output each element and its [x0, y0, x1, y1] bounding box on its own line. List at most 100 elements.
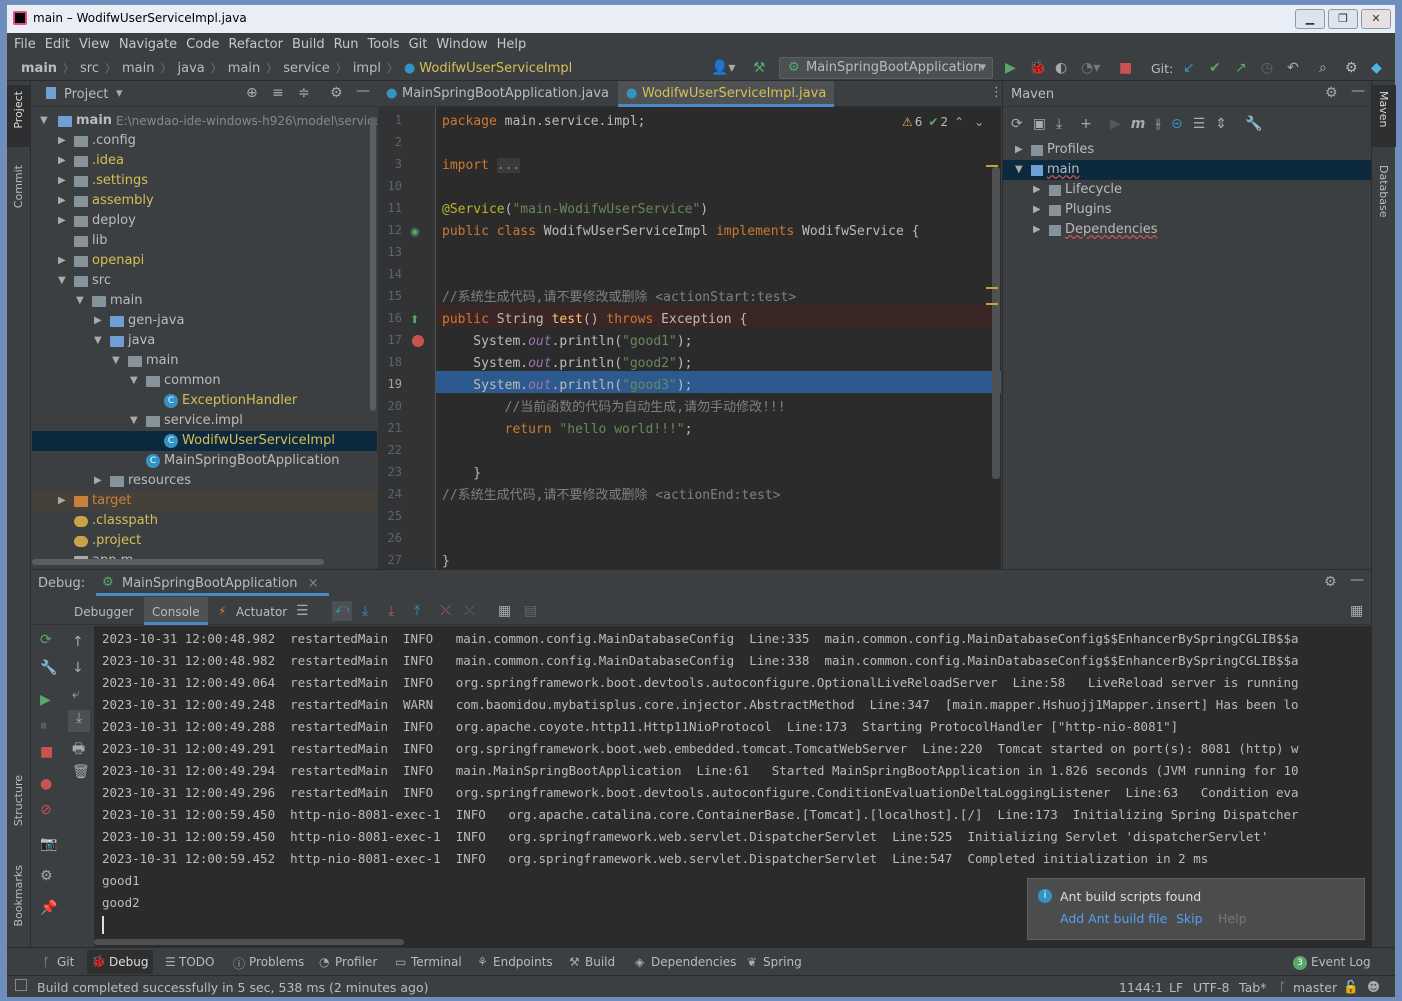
collapse-all-icon[interactable]: ≑ — [298, 85, 310, 101]
menu-code[interactable]: Code — [186, 37, 219, 52]
caret-position[interactable]: 1144:1 — [1119, 980, 1163, 995]
vertical-scrollbar[interactable] — [370, 117, 376, 411]
gear-icon[interactable]: ⚙ — [1325, 85, 1338, 101]
tree-item-target[interactable]: ▶ target — [32, 491, 377, 511]
breadcrumb-item[interactable]: src — [80, 61, 99, 76]
search-icon[interactable]: ⌕ — [1319, 60, 1327, 76]
menu-help[interactable]: Help — [497, 37, 527, 52]
drop-frame-icon[interactable]: ⤬ — [440, 603, 451, 619]
maven-item-profiles[interactable]: ▶ Profiles — [1003, 140, 1371, 160]
menu-run[interactable]: Run — [334, 37, 359, 52]
plugin-icon[interactable]: ◆ — [1371, 60, 1382, 76]
tree-item-src[interactable]: ▼ src — [32, 271, 377, 291]
print-icon[interactable]: 🖶 — [72, 738, 85, 762]
chevron-down-icon[interactable]: ▾ — [116, 86, 123, 101]
next-highlight-icon[interactable]: ⌄ — [974, 115, 984, 129]
tree-item-common[interactable]: ▼ common — [32, 371, 377, 391]
rerun-icon[interactable]: ⟳ — [40, 632, 52, 648]
file-encoding[interactable]: UTF-8 — [1193, 980, 1229, 995]
warning-stripe-marker[interactable] — [986, 303, 998, 305]
step-over-icon[interactable]: ⤓ — [362, 603, 368, 619]
run-to-cursor-icon[interactable]: ⤬ — [464, 603, 475, 619]
trash-icon[interactable]: 🗑 — [72, 764, 90, 780]
tool-tab-endpoints[interactable]: Endpoints — [493, 955, 553, 969]
menu-window[interactable]: Window — [436, 37, 487, 52]
gear-icon[interactable]: ⚙ — [330, 85, 343, 101]
tab-debugger[interactable]: Debugger — [74, 605, 133, 619]
settings-icon[interactable]: ⚙ — [40, 868, 53, 884]
expand-all-icon[interactable]: ≡ — [272, 85, 284, 101]
debug-icon[interactable]: 🐞 — [1029, 60, 1046, 76]
run-icon[interactable]: ▶ — [1005, 60, 1016, 76]
reload-icon[interactable]: ⟳ — [1011, 116, 1023, 132]
run-icon[interactable]: ▶ — [1110, 116, 1121, 132]
commit-tool-tab[interactable]: Commit — [12, 165, 25, 208]
project-tool-tab[interactable]: Project — [7, 85, 31, 147]
trace-icon[interactable]: ▤ — [524, 603, 537, 619]
soft-wrap-icon[interactable]: ⤶ — [72, 686, 80, 702]
line-separator[interactable]: LF — [1169, 980, 1183, 995]
close-button[interactable]: ✕ — [1361, 9, 1391, 29]
tree-item-exceptionhandler[interactable]: C ExceptionHandler — [32, 391, 377, 411]
pause-icon[interactable]: ⏸ — [40, 718, 47, 734]
skip-link[interactable]: Skip — [1176, 911, 1203, 926]
tree-item-wodifwuserserviceimpl[interactable]: C WodifwUserServiceImpl — [32, 431, 377, 451]
tool-tab-dependencies[interactable]: Dependencies — [651, 955, 736, 969]
tool-tab-profiler[interactable]: Profiler — [335, 955, 377, 969]
tab-wodifwuserserviceimpl[interactable]: ● WodifwUserServiceImpl.java × — [618, 81, 834, 127]
wrench-icon[interactable]: 🔧 — [1245, 116, 1262, 132]
tree-item-project-file[interactable]: .project — [32, 531, 377, 551]
camera-icon[interactable]: 📷 — [40, 836, 57, 852]
tree-item-assembly[interactable]: ▶ assembly — [32, 191, 377, 211]
debug-session-tab[interactable]: ⚙ MainSpringBootApplication × — [96, 570, 329, 596]
minimize-button[interactable]: ▁ — [1295, 9, 1325, 29]
step-out-icon[interactable]: ⤒ — [414, 603, 420, 619]
indent-setting[interactable]: Tab* — [1239, 980, 1266, 995]
run-configuration-select[interactable]: ⚙ MainSpringBootApplication ▾ — [779, 57, 993, 79]
maven-item-main[interactable]: ▼ main — [1003, 160, 1371, 180]
tool-tab-terminal[interactable]: Terminal — [411, 955, 462, 969]
generate-sources-icon[interactable]: ▣ — [1033, 116, 1046, 132]
close-tab-icon[interactable]: × — [308, 576, 319, 591]
rollback-icon[interactable]: ↶ — [1287, 60, 1299, 76]
tool-tab-git[interactable]: Git — [57, 955, 74, 969]
bookmarks-tool-tab[interactable]: Bookmarks — [12, 865, 25, 926]
override-gutter-icon[interactable]: ⬆ — [410, 313, 419, 326]
add-icon[interactable]: + — [1080, 116, 1092, 132]
menu-navigate[interactable]: Navigate — [119, 37, 177, 52]
console-horizontal-scrollbar[interactable] — [94, 939, 404, 945]
tool-tab-todo[interactable]: TODO — [179, 955, 214, 969]
settings-icon[interactable]: ⚙ — [1345, 60, 1358, 76]
download-icon[interactable]: ⤓ — [1056, 116, 1062, 132]
layout-icon[interactable]: ▦ — [1350, 603, 1363, 619]
maximize-button[interactable]: ❐ — [1328, 9, 1358, 29]
maven-goal-icon[interactable]: m — [1131, 116, 1146, 132]
pin-icon[interactable]: 📌 — [40, 900, 57, 916]
tool-tab-event-log[interactable]: Event Log — [1311, 955, 1371, 969]
tree-item-deploy[interactable]: ▶ deploy — [32, 211, 377, 231]
menu-edit[interactable]: Edit — [45, 37, 70, 52]
warning-stripe-marker[interactable] — [986, 287, 998, 289]
horizontal-scrollbar[interactable] — [32, 559, 324, 565]
implementation-gutter-icon[interactable]: ◉ — [410, 225, 420, 238]
tab-console[interactable]: Console — [144, 597, 208, 625]
stop-icon[interactable]: ■ — [1119, 60, 1132, 76]
tree-item-settings[interactable]: ▶ .settings — [32, 171, 377, 191]
menu-tools[interactable]: Tools — [368, 37, 400, 52]
tool-tab-problems[interactable]: Problems — [249, 955, 304, 969]
breadcrumb-item[interactable]: main — [122, 61, 154, 76]
tab-mainspringbootapplication[interactable]: ● MainSpringBootApplication.java × — [378, 81, 612, 127]
tree-item-openapi[interactable]: ▶ openapi — [32, 251, 377, 271]
editor-scrollbar[interactable] — [992, 167, 1000, 479]
evaluate-icon[interactable]: ▦ — [498, 603, 511, 619]
tool-tab-spring[interactable]: Spring — [763, 955, 802, 969]
hide-icon[interactable]: — — [356, 83, 370, 99]
skip-tests-icon[interactable]: ⊝ — [1171, 116, 1183, 132]
gear-icon[interactable]: ⚙ — [1324, 574, 1337, 590]
view-breakpoints-icon[interactable]: ● — [40, 776, 52, 792]
menu-view[interactable]: View — [79, 37, 110, 52]
menu-refactor[interactable]: Refactor — [228, 37, 283, 52]
warning-stripe-marker[interactable] — [986, 165, 998, 167]
tree-item-package-main[interactable]: ▼ main — [32, 351, 377, 371]
tree-item-service-impl[interactable]: ▼ service.impl — [32, 411, 377, 431]
